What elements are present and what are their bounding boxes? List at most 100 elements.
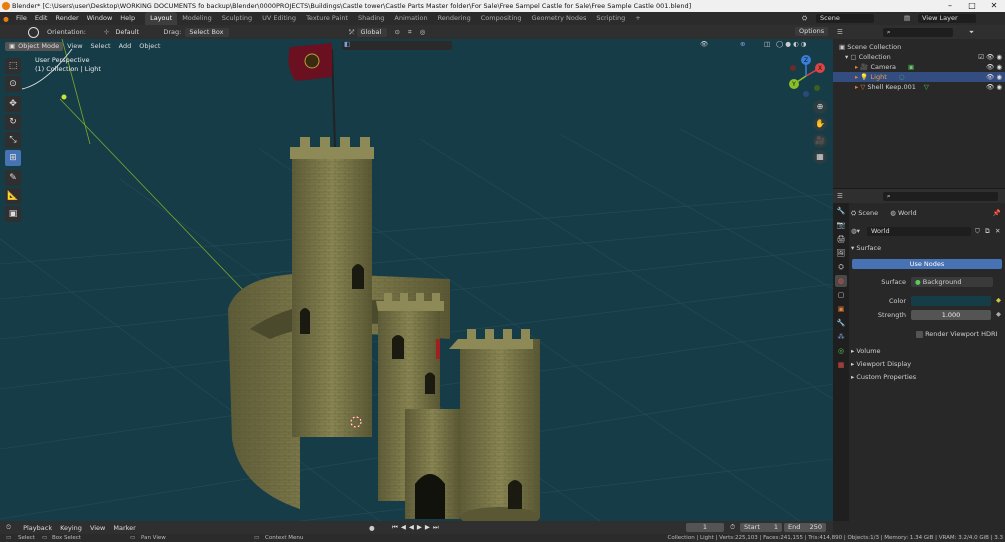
menu-edit[interactable]: Edit	[31, 12, 52, 25]
menu-marker[interactable]: Marker	[109, 523, 139, 533]
outliner-search-field[interactable]: ⌕	[882, 27, 953, 37]
tab-sculpting[interactable]: Sculpting	[217, 12, 257, 25]
collection-tab-icon[interactable]: ▢	[835, 289, 847, 301]
snap-icon[interactable]: ⌗	[408, 28, 412, 37]
custom-properties-panel-header[interactable]: ▸ Custom Properties	[851, 371, 1001, 383]
duplicate-icon[interactable]: ⧉	[985, 227, 990, 236]
surface-shader-dropdown[interactable]: ● Background	[911, 277, 993, 287]
visibility-icon[interactable]: ☑ 👁 ◉	[978, 52, 1002, 62]
shading-modes-icon[interactable]: ◯●◐◑	[776, 40, 808, 48]
maximize-icon[interactable]: □	[961, 0, 983, 12]
tab-layout[interactable]: Layout	[145, 12, 178, 25]
hdri-checkbox[interactable]	[916, 330, 923, 338]
strength-field[interactable]: 1.000	[911, 310, 991, 320]
visibility-icon[interactable]: 👁 ◉	[986, 72, 1002, 82]
visibility-icon[interactable]: 👁 ◉	[986, 62, 1002, 72]
particles-tab-icon[interactable]: ⁂	[835, 331, 847, 343]
active-tool-icon[interactable]	[28, 26, 39, 38]
cursor-tool-icon[interactable]: ⊙	[5, 76, 21, 92]
modifier-tab-icon[interactable]: 🔧	[835, 317, 847, 329]
menu-view[interactable]: View	[86, 523, 109, 533]
use-nodes-button[interactable]: Use Nodes	[852, 259, 1002, 269]
menu-select[interactable]: Select	[87, 41, 115, 51]
add-cube-tool-icon[interactable]: ▣	[5, 206, 21, 222]
output-tab-icon[interactable]: 🖨	[835, 233, 847, 245]
surface-panel-header[interactable]: ▾ Surface	[851, 242, 1001, 254]
measure-tool-icon[interactable]: 📐	[5, 188, 21, 204]
timeline-editor-icon[interactable]: ⏲	[6, 523, 11, 532]
editor-type-icon[interactable]: ☰	[837, 192, 843, 200]
menu-window[interactable]: Window	[83, 12, 117, 25]
menu-file[interactable]: File	[12, 12, 31, 25]
tab-texture-paint[interactable]: Texture Paint	[301, 12, 353, 25]
tab-uv-editing[interactable]: UV Editing	[257, 12, 301, 25]
outliner-scene-collection[interactable]: ▣ Scene Collection	[833, 42, 1005, 52]
zoom-icon[interactable]: ⊕	[813, 100, 827, 114]
drag-dropdown[interactable]: Select Box	[185, 27, 230, 37]
minimize-icon[interactable]: –	[939, 0, 961, 12]
outliner-collection[interactable]: ▾ ▢ Collection ☑ 👁 ◉	[833, 52, 1005, 62]
strength-socket-icon[interactable]: ◆	[996, 310, 1001, 318]
tab-geometry-nodes[interactable]: Geometry Nodes	[527, 12, 592, 25]
pin-icon[interactable]: 📌	[993, 207, 1001, 219]
physics-tab-icon[interactable]: ◎	[835, 345, 847, 357]
transform-orientation-dropdown[interactable]: Global	[356, 27, 387, 37]
editor-type-icon[interactable]: ☰	[837, 28, 843, 36]
tool-tab-icon[interactable]: 🔧	[835, 205, 847, 217]
render-hdri-row[interactable]: Render Viewport HDRI	[916, 329, 1005, 339]
ortho-grid-icon[interactable]: ▦	[813, 150, 827, 164]
options-dropdown[interactable]: Options	[795, 27, 829, 36]
menu-keying[interactable]: Keying	[56, 523, 86, 533]
properties-search-field[interactable]: ⌕	[882, 191, 998, 201]
object-tab-icon[interactable]: ▣	[835, 303, 847, 315]
world-name-field[interactable]: World	[867, 227, 971, 236]
scene-selector[interactable]: Scene	[816, 14, 874, 23]
outliner-item-shell-keep[interactable]: ▸ ▽ Shell Keep.001 ▽ 👁 ◉	[833, 82, 1005, 92]
gizmo-toggle-icon[interactable]: ⊕	[740, 40, 745, 48]
transform-tool-icon[interactable]: ⊞	[5, 150, 21, 166]
current-frame-field[interactable]: 1	[686, 523, 724, 532]
viewport-display-panel-header[interactable]: ▸ Viewport Display	[851, 358, 1001, 370]
visibility-icon[interactable]: 👁	[700, 40, 708, 48]
add-workspace-button[interactable]: +	[630, 12, 645, 25]
tab-compositing[interactable]: Compositing	[476, 12, 527, 25]
tab-rendering[interactable]: Rendering	[433, 12, 476, 25]
rotate-tool-icon[interactable]: ↻	[5, 114, 21, 130]
tab-scripting[interactable]: Scripting	[591, 12, 630, 25]
menu-help[interactable]: Help	[116, 12, 139, 25]
proportional-edit-icon[interactable]: ◎	[420, 28, 426, 36]
view-layer-tab-icon[interactable]: 🖼	[835, 247, 847, 259]
playback-controls[interactable]: ⏮◀◀▶▶⏭	[392, 523, 442, 532]
volume-panel-header[interactable]: ▸ Volume	[851, 345, 1001, 357]
tab-shading[interactable]: Shading	[353, 12, 389, 25]
xray-icon[interactable]: ◫	[764, 40, 770, 48]
color-swatch[interactable]	[911, 296, 991, 306]
close-icon[interactable]: ✕	[983, 0, 1005, 12]
select-filter-icon[interactable]: ◧	[344, 40, 350, 48]
annotate-tool-icon[interactable]: ✎	[5, 170, 21, 186]
navigation-gizmo[interactable]: X Z Y	[786, 54, 830, 104]
outliner-item-light[interactable]: ▸ 💡 Light ◌ 👁 ◉	[833, 72, 1005, 82]
menu-add[interactable]: Add	[115, 41, 136, 51]
mode-selector[interactable]: ▣ Object Mode	[5, 41, 64, 51]
scene-tab-icon[interactable]: ⛭	[835, 261, 847, 273]
viewport-search-field[interactable]	[342, 41, 452, 50]
menu-object[interactable]: Object	[135, 41, 164, 51]
record-icon[interactable]: ●	[369, 524, 375, 532]
preview-range-icon[interactable]: ⏱	[730, 523, 735, 532]
end-frame-field[interactable]: End 250	[784, 523, 826, 532]
scale-tool-icon[interactable]: ⤡	[5, 132, 21, 148]
3d-viewport[interactable]: User Perspective (1) Collection | Light …	[0, 39, 833, 521]
texture-tab-icon[interactable]: ▦	[835, 359, 847, 371]
world-browse-icon[interactable]: ◍▾	[851, 227, 860, 235]
unlink-icon[interactable]: ✕	[995, 227, 1000, 235]
render-tab-icon[interactable]: 📷	[835, 219, 847, 231]
orientation-dropdown[interactable]: Default	[111, 28, 155, 37]
tab-animation[interactable]: Animation	[389, 12, 432, 25]
menu-render[interactable]: Render	[51, 12, 82, 25]
fake-user-icon[interactable]: ⛉	[975, 227, 980, 236]
camera-view-icon[interactable]: 🎥	[813, 134, 827, 148]
filter-icon[interactable]: ⏷	[969, 28, 974, 37]
blender-menu-icon[interactable]: ●	[0, 15, 12, 23]
outliner-item-camera[interactable]: ▸ 🎥 Camera ▣ 👁 ◉	[833, 62, 1005, 72]
